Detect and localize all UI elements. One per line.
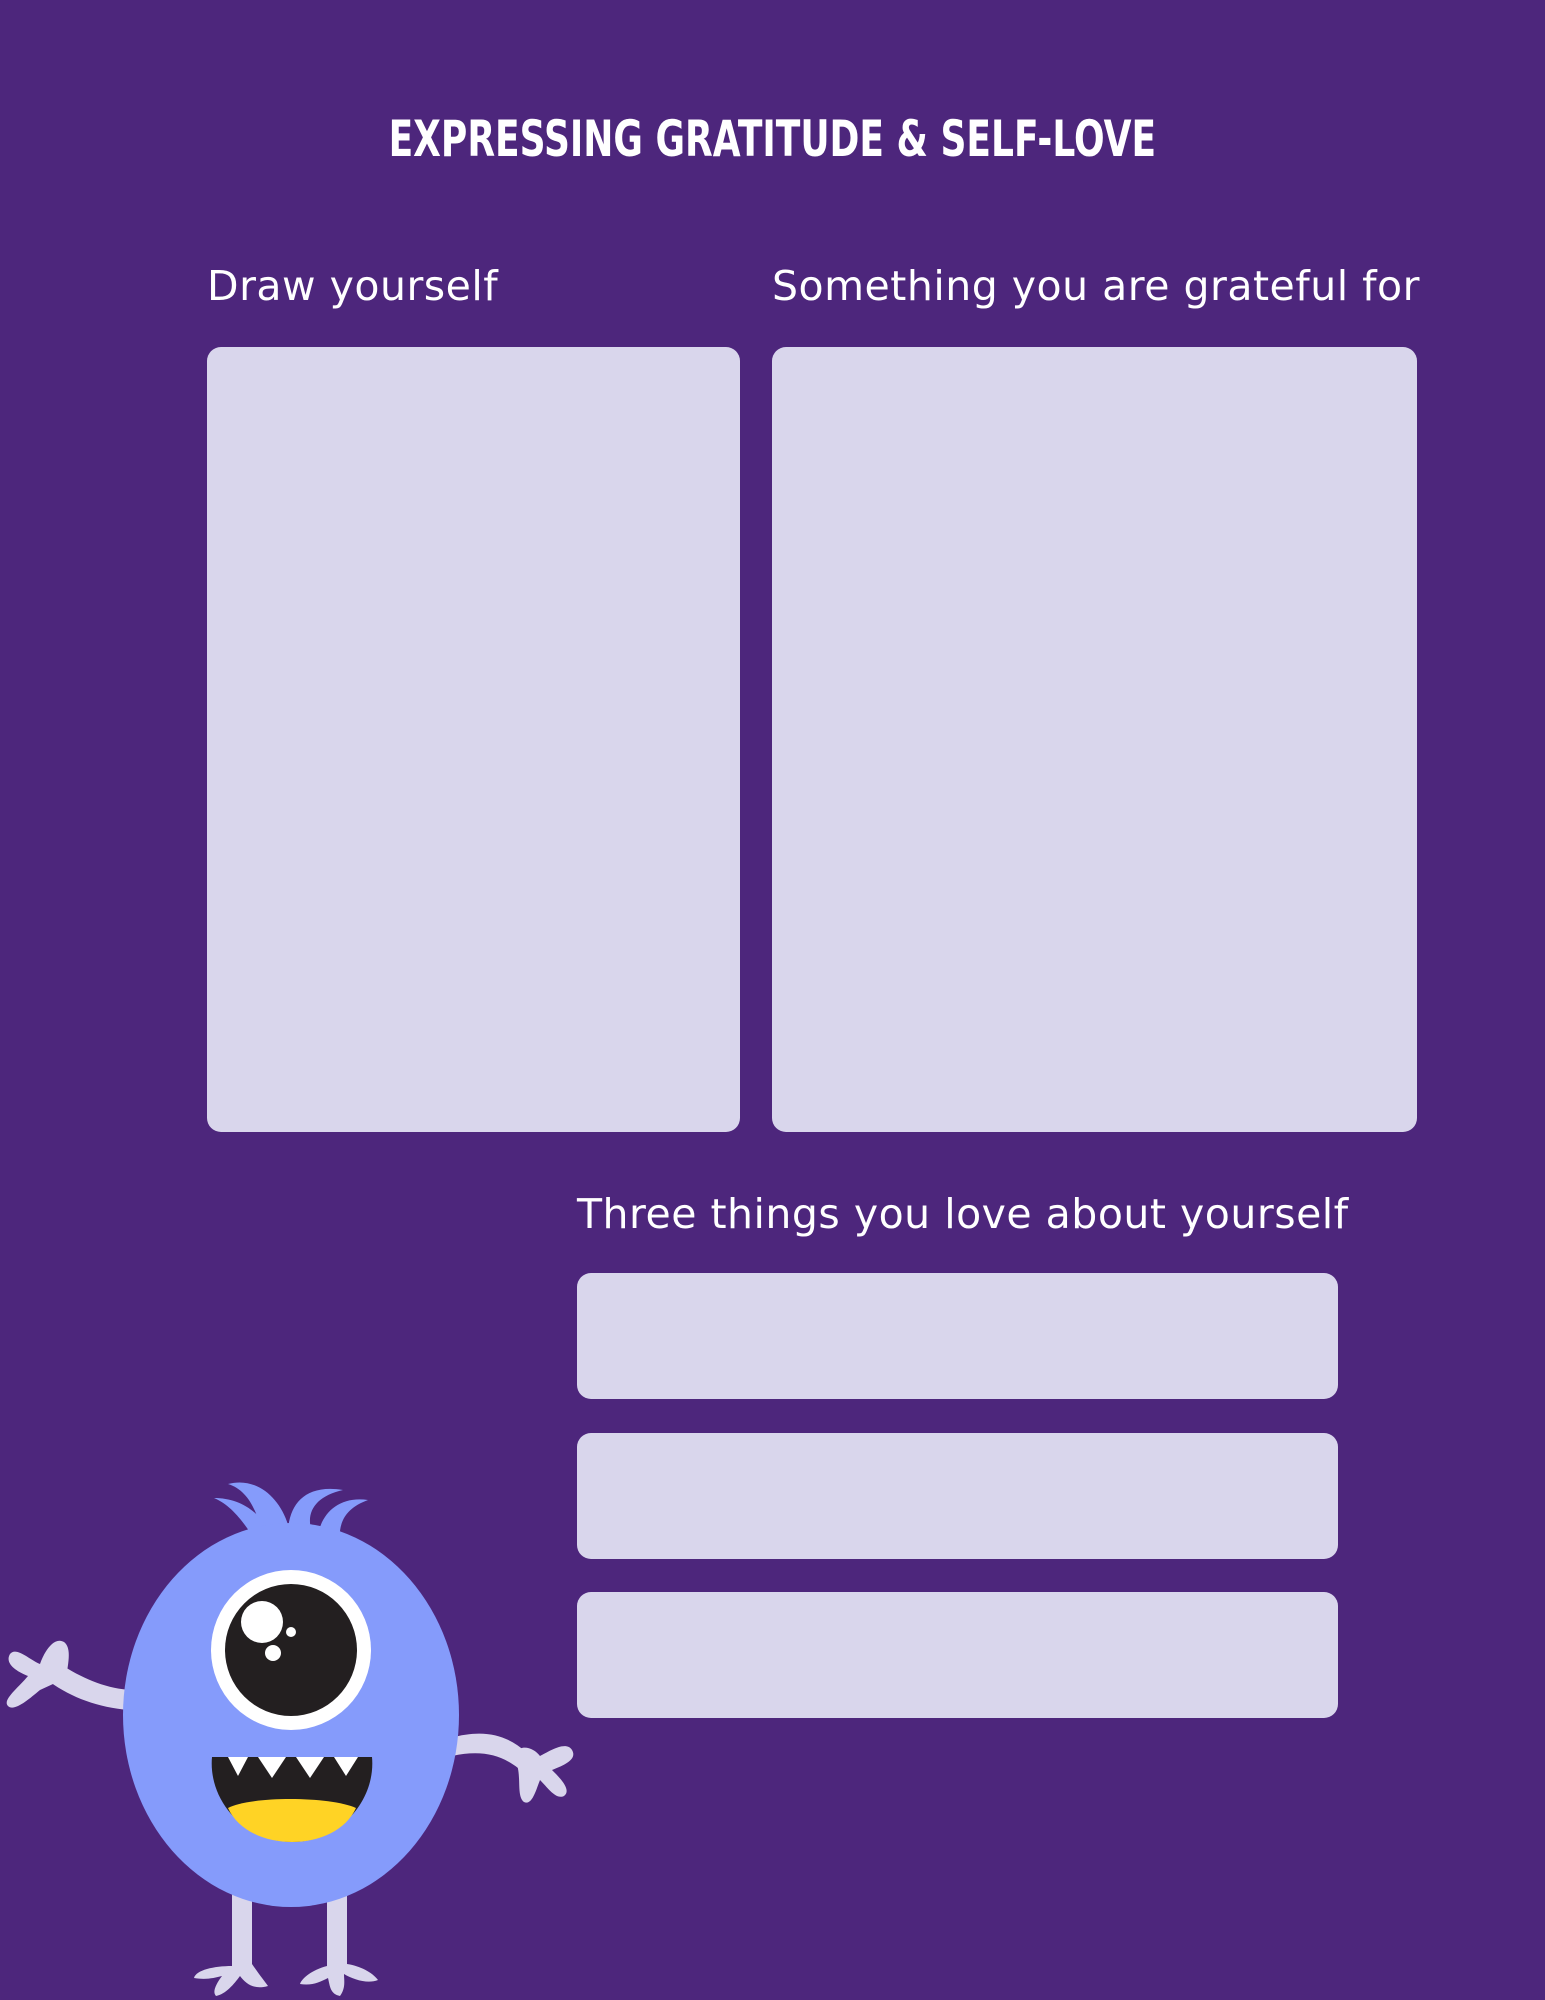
- grateful-for-label: Something you are grateful for: [772, 262, 1420, 310]
- monster-right-arm: [450, 1733, 574, 1803]
- love-item-box-1[interactable]: [577, 1273, 1338, 1399]
- draw-yourself-box[interactable]: [207, 347, 740, 1132]
- love-item-box-3[interactable]: [577, 1592, 1338, 1718]
- grateful-for-box[interactable]: [772, 347, 1417, 1132]
- draw-yourself-label: Draw yourself: [207, 262, 499, 310]
- monster-left-arm: [6, 1640, 130, 1710]
- monster-illustration: [6, 1482, 574, 1996]
- monster-eye: [211, 1570, 371, 1730]
- page-title: EXPRESSING GRATITUDE & SELF-LOVE: [388, 110, 1157, 168]
- love-item-box-2[interactable]: [577, 1433, 1338, 1559]
- three-things-label: Three things you love about yourself: [577, 1190, 1349, 1238]
